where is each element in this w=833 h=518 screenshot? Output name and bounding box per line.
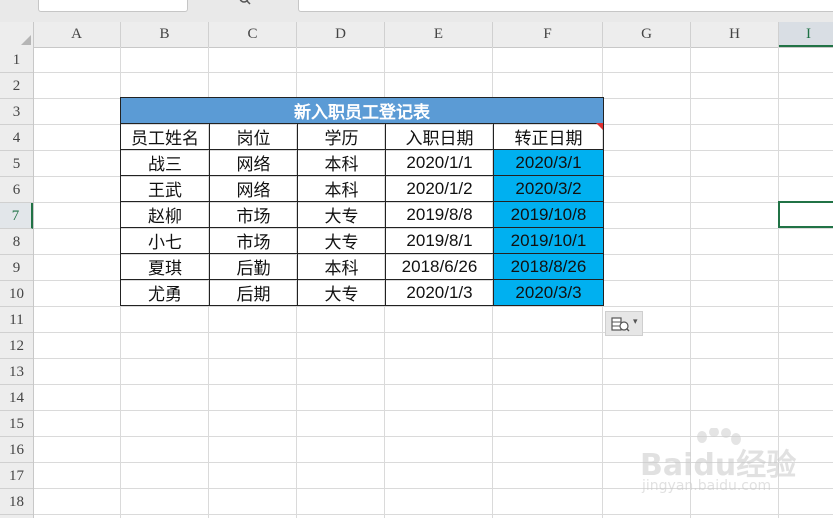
comment-indicator[interactable]: [596, 123, 603, 130]
header-cell[interactable]: 岗位: [209, 123, 298, 150]
name-box[interactable]: ⌐: [38, 0, 188, 12]
column-header-e[interactable]: E: [385, 22, 493, 47]
column-header-h[interactable]: H: [691, 22, 779, 47]
row-header-15[interactable]: 15: [0, 411, 33, 437]
name-cell[interactable]: 战三: [120, 149, 210, 176]
active-cell-selection[interactable]: [778, 201, 833, 228]
hire-date-cell[interactable]: 2019/8/1: [385, 227, 494, 254]
confirm-date-cell[interactable]: 2020/3/1: [493, 149, 604, 176]
header-cell[interactable]: 学历: [297, 123, 386, 150]
row-header-2[interactable]: 2: [0, 73, 33, 99]
column-header-bar: A B C D E F G H I: [0, 22, 833, 48]
row-header-bar: 1 2 3 4 5 6 7 8 9 10 11 12 13 14 15 16 1…: [0, 47, 34, 518]
education-cell[interactable]: 本科: [297, 149, 386, 176]
education-cell[interactable]: 本科: [297, 175, 386, 202]
hire-date-cell[interactable]: 2018/6/26: [385, 253, 494, 280]
paste-options-button[interactable]: ▾: [605, 311, 643, 336]
table-row: 赵柳 市场 大专 2019/8/8 2019/10/8: [120, 201, 604, 228]
row-header-14[interactable]: 14: [0, 385, 33, 411]
position-cell[interactable]: 后期: [209, 279, 298, 306]
position-cell[interactable]: 后勤: [209, 253, 298, 280]
confirm-date-cell[interactable]: 2018/8/26: [493, 253, 604, 280]
table-header-row: 员工姓名 岗位 学历 入职日期 转正日期: [120, 123, 604, 150]
row-header-7[interactable]: 7: [0, 203, 33, 229]
toolbar-strip: ⌐: [0, 0, 833, 22]
position-cell[interactable]: 市场: [209, 201, 298, 228]
name-cell[interactable]: 小七: [120, 227, 210, 254]
row-header-3[interactable]: 3: [0, 99, 33, 125]
table-row: 尤勇 后期 大专 2020/1/3 2020/3/3: [120, 279, 604, 306]
baidu-watermark: Baidu经验 jingyan.baidu.com: [640, 428, 800, 500]
name-cell[interactable]: 尤勇: [120, 279, 210, 306]
watermark-url: jingyan.baidu.com: [642, 478, 772, 494]
column-header-d[interactable]: D: [297, 22, 385, 47]
row-header-10[interactable]: 10: [0, 281, 33, 307]
column-header-b[interactable]: B: [121, 22, 209, 47]
column-header-a[interactable]: A: [33, 22, 121, 47]
row-header-13[interactable]: 13: [0, 359, 33, 385]
row-header-18[interactable]: 18: [0, 489, 33, 515]
confirm-date-cell[interactable]: 2019/10/1: [493, 227, 604, 254]
column-header-f[interactable]: F: [493, 22, 603, 47]
column-header-i[interactable]: I: [779, 22, 833, 47]
row-header-1[interactable]: 1: [0, 47, 33, 73]
hire-date-cell[interactable]: 2019/8/8: [385, 201, 494, 228]
paste-options-icon: [611, 317, 630, 332]
hire-date-cell[interactable]: 2020/1/1: [385, 149, 494, 176]
row-header-11[interactable]: 11: [0, 307, 33, 333]
row-header-5[interactable]: 5: [0, 151, 33, 177]
hire-date-cell[interactable]: 2020/1/2: [385, 175, 494, 202]
row-header-6[interactable]: 6: [0, 177, 33, 203]
education-cell[interactable]: 本科: [297, 253, 386, 280]
name-cell[interactable]: 赵柳: [120, 201, 210, 228]
row-header-12[interactable]: 12: [0, 333, 33, 359]
formula-bar[interactable]: [298, 0, 833, 12]
search-icon[interactable]: [238, 0, 260, 8]
row-header-17[interactable]: 17: [0, 463, 33, 489]
education-cell[interactable]: 大专: [297, 227, 386, 254]
hire-date-cell[interactable]: 2020/1/3: [385, 279, 494, 306]
confirm-date-cell[interactable]: 2019/10/8: [493, 201, 604, 228]
row-header-9[interactable]: 9: [0, 255, 33, 281]
chevron-down-icon: ▾: [633, 317, 638, 327]
position-cell[interactable]: 网络: [209, 175, 298, 202]
employee-registration-table: 新入职员工登记表 员工姓名 岗位 学历 入职日期 转正日期 战三 网络 本科 2…: [120, 97, 604, 306]
header-cell[interactable]: 入职日期: [385, 123, 494, 150]
row-header-4[interactable]: 4: [0, 125, 33, 151]
table-row: 战三 网络 本科 2020/1/1 2020/3/1: [120, 149, 604, 176]
education-cell[interactable]: 大专: [297, 201, 386, 228]
name-cell[interactable]: 夏琪: [120, 253, 210, 280]
header-cell[interactable]: 转正日期: [493, 123, 604, 150]
row-header-8[interactable]: 8: [0, 229, 33, 255]
header-cell[interactable]: 员工姓名: [120, 123, 210, 150]
table-row: 王武 网络 本科 2020/1/2 2020/3/2: [120, 175, 604, 202]
position-cell[interactable]: 市场: [209, 227, 298, 254]
row-header-16[interactable]: 16: [0, 437, 33, 463]
table-row: 小七 市场 大专 2019/8/1 2019/10/1: [120, 227, 604, 254]
position-cell[interactable]: 网络: [209, 149, 298, 176]
confirm-date-cell[interactable]: 2020/3/2: [493, 175, 604, 202]
table-row: 夏琪 后勤 本科 2018/6/26 2018/8/26: [120, 253, 604, 280]
column-header-c[interactable]: C: [209, 22, 297, 47]
column-header-g[interactable]: G: [603, 22, 691, 47]
confirm-date-cell[interactable]: 2020/3/3: [493, 279, 604, 306]
education-cell[interactable]: 大专: [297, 279, 386, 306]
table-title[interactable]: 新入职员工登记表: [120, 97, 604, 124]
select-all-corner[interactable]: [0, 22, 34, 47]
name-cell[interactable]: 王武: [120, 175, 210, 202]
